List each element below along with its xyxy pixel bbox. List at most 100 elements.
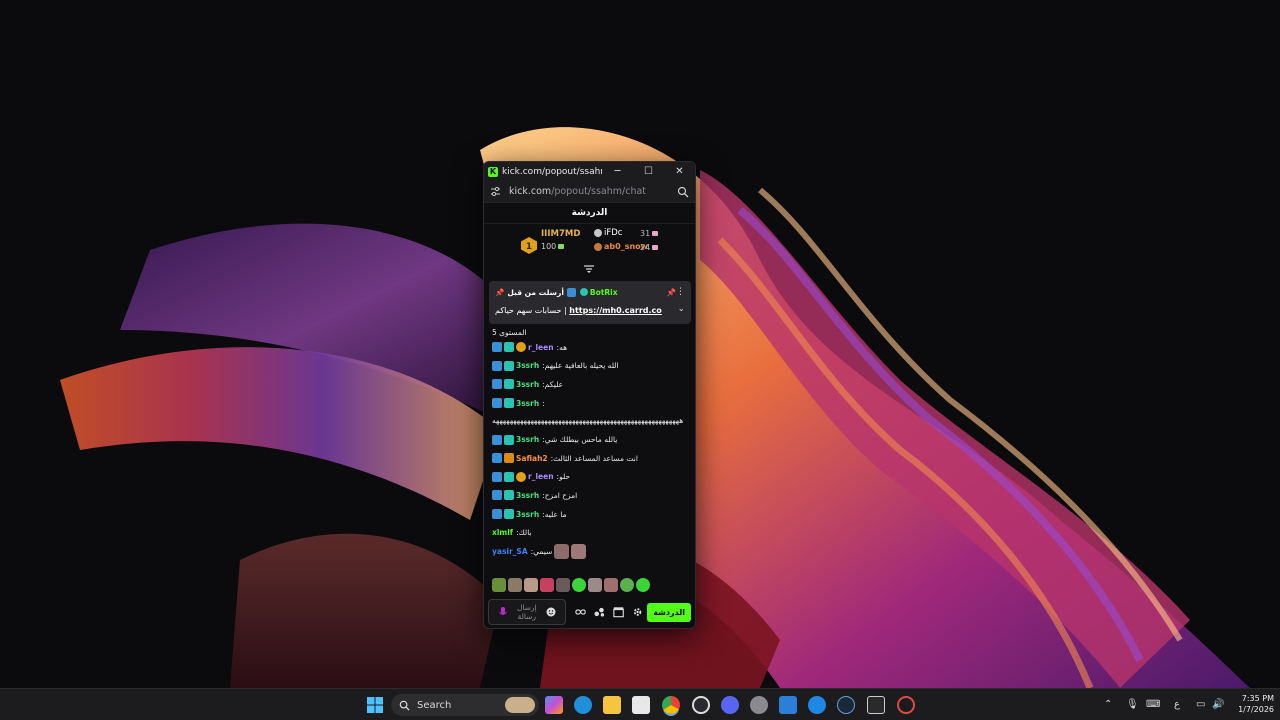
chat-username[interactable]: r_leen xyxy=(528,343,554,352)
emote-icon[interactable] xyxy=(492,578,506,592)
emote-icon[interactable] xyxy=(604,578,618,592)
pinned-by-label: أرسلت من قبل xyxy=(507,287,564,297)
chat-username[interactable]: r_leen xyxy=(528,472,554,481)
edge-browser-icon[interactable] xyxy=(574,696,592,714)
emote-icon[interactable] xyxy=(572,578,586,592)
emote-icon[interactable] xyxy=(588,578,602,592)
gifter-badge-icon xyxy=(516,471,526,482)
pinned-author[interactable]: BotRix xyxy=(590,288,618,297)
chevron-down-icon[interactable]: ⌄ xyxy=(677,304,685,314)
pin-small-icon: 📌 xyxy=(495,287,505,297)
microsoft-store-icon[interactable] xyxy=(632,696,650,714)
store-icon[interactable] xyxy=(612,605,625,619)
expand-leaderboard-icon[interactable] xyxy=(584,265,594,273)
pinned-text: حسابات سهم حياكم | https://mh0.carrd.co xyxy=(495,306,662,315)
level-text: المستوى 5 xyxy=(492,327,527,337)
url-host: kick.com xyxy=(509,186,552,197)
chat-username[interactable]: 3ssrh xyxy=(516,361,539,370)
subscriber-badge-icon xyxy=(504,471,514,482)
chat-username[interactable]: 3ssrh xyxy=(516,380,539,389)
infinity-icon[interactable] xyxy=(574,605,587,619)
subscriber-badge-icon xyxy=(504,509,514,520)
chat-header: الدردشة xyxy=(484,203,695,224)
chat-message: yasir_SA: سيمي xyxy=(492,542,690,561)
epic-games-icon[interactable] xyxy=(867,696,885,714)
subscriber-badge-icon xyxy=(504,398,514,409)
chat-message-text: هه xyxy=(559,342,568,352)
minimize-button[interactable]: ─ xyxy=(602,162,633,181)
windows-start-icon[interactable] xyxy=(366,696,384,714)
keyboard-icon[interactable]: ⌨ xyxy=(1146,699,1160,710)
leader-second-name[interactable]: iFDc xyxy=(594,228,622,238)
chat-popout-window: K kick.com/popout/ssahm/ch... ─ ☐ ✕ kick… xyxy=(483,161,696,629)
chat-username[interactable]: 3ssrh xyxy=(516,399,539,408)
emote-icon[interactable] xyxy=(620,578,634,592)
chat-username[interactable]: Safiah2 xyxy=(516,454,548,463)
chat-message-text: سيمي xyxy=(533,546,553,556)
microphone-tray-icon[interactable]: 🎙 xyxy=(1126,699,1139,710)
taskbar-search[interactable]: Search xyxy=(391,694,539,716)
app-icon[interactable] xyxy=(897,696,915,714)
network-icon[interactable]: ▭ xyxy=(1196,699,1205,710)
chat-username[interactable]: yasir_SA xyxy=(492,547,528,556)
send-chat-button[interactable]: الدردشة xyxy=(647,602,691,622)
copilot-icon[interactable] xyxy=(545,696,563,714)
rank-one-badge-icon: 1 xyxy=(521,237,537,254)
maximize-button[interactable]: ☐ xyxy=(633,162,664,181)
steam-icon[interactable] xyxy=(837,696,855,714)
volume-icon[interactable]: 🔊 xyxy=(1212,699,1224,710)
chat-username[interactable]: 3ssrh xyxy=(516,491,539,500)
mod-badge-icon xyxy=(492,398,502,409)
pinned-link[interactable]: https://mh0.carrd.co xyxy=(569,306,662,315)
emote-icon[interactable] xyxy=(508,578,522,592)
mod-badge-icon xyxy=(492,453,502,464)
chrome-browser-icon[interactable] xyxy=(662,696,680,714)
close-button[interactable]: ✕ xyxy=(664,162,695,181)
emoji-icon[interactable] xyxy=(544,605,558,619)
settings-gear-icon[interactable] xyxy=(631,605,644,619)
search-placeholder: Search xyxy=(417,699,452,711)
app-icon[interactable] xyxy=(808,696,826,714)
kicks-icon[interactable] xyxy=(593,605,606,619)
chat-message: r_leen: هه xyxy=(492,338,690,357)
chat-input[interactable]: إرسال رسالة xyxy=(488,599,566,625)
emote-icon[interactable] xyxy=(556,578,570,592)
emote-icon[interactable] xyxy=(636,578,650,592)
emote-icon[interactable] xyxy=(571,543,587,559)
obs-studio-icon[interactable] xyxy=(692,696,710,714)
zoom-icon[interactable] xyxy=(677,186,689,198)
leader-second-value: 31 xyxy=(640,229,659,238)
chat-message-text: يالله ماحس بيطلك شي xyxy=(544,435,618,445)
site-settings-icon[interactable] xyxy=(490,186,501,197)
emote-icon[interactable] xyxy=(540,578,554,592)
clock[interactable]: 7:35 PM 1/7/2026 xyxy=(1228,693,1274,715)
emote-icon[interactable] xyxy=(554,543,570,559)
subscriber-badge-icon xyxy=(504,379,514,390)
subscriber-badge-icon xyxy=(504,342,514,353)
pinned-message[interactable]: ⋮ 📌 BotRix أرسلت من قبل 📌 حسابات سهم حيا… xyxy=(489,281,691,324)
discord-icon[interactable] xyxy=(721,696,739,714)
emote-icon[interactable] xyxy=(524,578,538,592)
chat-message-text: ما عليه xyxy=(544,509,567,519)
chat-message: Safiah2: انت مساعد المساعد الثالث xyxy=(492,449,690,468)
url-text[interactable]: kick.com/popout/ssahm/chat xyxy=(509,186,677,197)
language-indicator[interactable]: ع xyxy=(1174,699,1180,710)
mod-badge-icon xyxy=(492,342,502,353)
leader-first-name[interactable]: IIIM7MD xyxy=(541,229,580,239)
pinned-header: ⋮ 📌 BotRix أرسلت من قبل 📌 xyxy=(495,285,685,299)
address-bar[interactable]: kick.com/popout/ssahm/chat xyxy=(484,181,695,203)
window-titlebar[interactable]: K kick.com/popout/ssahm/ch... ─ ☐ ✕ xyxy=(484,162,695,181)
remote-desktop-icon[interactable] xyxy=(779,696,797,714)
settings-icon[interactable] xyxy=(750,696,768,714)
microphone-icon[interactable] xyxy=(496,605,510,619)
more-options-icon[interactable]: ⋮ xyxy=(676,287,685,297)
chat-username[interactable]: xlmlf xyxy=(492,528,513,537)
chat-message: 3ssrh: xyxy=(492,394,690,413)
chat-username[interactable]: 3ssrh xyxy=(516,510,539,519)
chevron-up-icon[interactable]: ⌃ xyxy=(1104,699,1112,710)
leader-first-value: 100 xyxy=(541,242,565,251)
window-title: kick.com/popout/ssahm/ch... xyxy=(502,166,602,177)
chat-username[interactable]: 3ssrh xyxy=(516,435,539,444)
pin-icon: 📌 xyxy=(666,287,676,297)
file-explorer-icon[interactable] xyxy=(603,696,621,714)
